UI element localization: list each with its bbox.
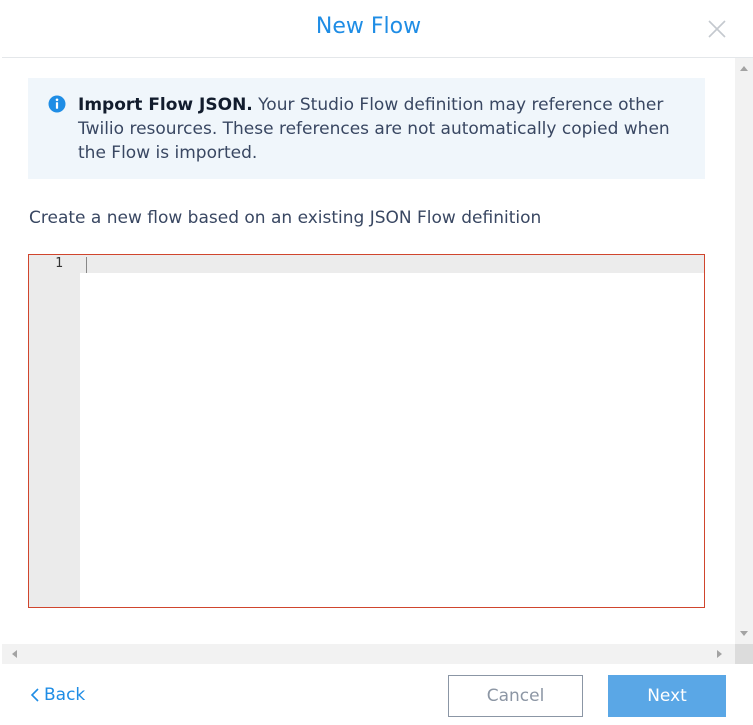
scroll-up-icon[interactable] [740,66,748,71]
chevron-left-icon [30,688,39,702]
scrollbar-corner [735,644,753,664]
back-label: Back [44,685,86,705]
json-editor[interactable]: 1 [28,254,705,608]
info-heading: Import Flow JSON. [78,95,253,115]
dialog-body: Import Flow JSON. Your Studio Flow defin… [2,58,735,644]
info-icon [48,95,66,113]
dialog-footer: Back Cancel Next [2,664,753,725]
dialog-title: New Flow [315,14,422,39]
scroll-right-icon[interactable] [717,650,722,658]
back-button[interactable]: Back [30,685,85,705]
close-icon[interactable] [706,18,728,40]
cancel-button[interactable]: Cancel [448,675,583,717]
text-cursor [86,257,87,273]
flow-description: Create a new flow based on an existing J… [29,208,542,228]
new-flow-dialog: New Flow Import Flow JSON. Your Studio F… [2,0,753,725]
code-input[interactable] [80,255,704,607]
scroll-down-icon[interactable] [740,631,748,636]
line-number: 1 [55,256,63,271]
vertical-scrollbar[interactable] [735,58,753,644]
line-number-gutter: 1 [29,255,80,607]
scroll-left-icon[interactable] [12,650,17,658]
info-callout: Import Flow JSON. Your Studio Flow defin… [28,78,705,179]
next-button[interactable]: Next [608,675,726,717]
horizontal-scrollbar[interactable] [2,644,735,664]
dialog-header: New Flow [2,0,753,58]
